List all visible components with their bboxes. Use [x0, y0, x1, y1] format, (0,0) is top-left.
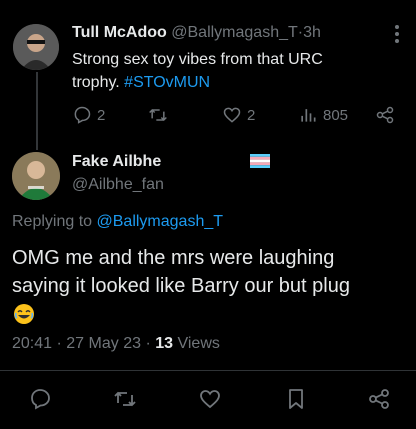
view-count: 805 [323, 106, 349, 124]
retweet-button[interactable] [147, 105, 169, 125]
author-name[interactable]: Tull McAdoo [72, 24, 167, 41]
share-button[interactable] [375, 105, 395, 125]
avatar-fake-ailbhe[interactable] [12, 152, 60, 200]
like-icon [200, 390, 220, 409]
reply-count: 2 [97, 106, 106, 124]
replying-to-handle[interactable]: @Ballymagash_T [97, 213, 224, 230]
thread-connector-line [36, 72, 38, 150]
reply-icon [31, 389, 50, 410]
trans-flag-emoji [250, 154, 270, 168]
main-share-button[interactable] [367, 387, 391, 411]
views-separator: · [145, 335, 151, 352]
avatar-tull-mcadoo[interactable] [13, 24, 59, 70]
tweet-time[interactable]: 20:41 [12, 335, 52, 352]
more-options-icon[interactable] [394, 24, 400, 44]
main-retweet-button[interactable] [112, 387, 138, 411]
main-tweet-text-line2: saying it looked like Barry our but plug [12, 275, 350, 297]
author-handle[interactable]: @Ballymagash_T [171, 24, 298, 41]
reply-icon [74, 106, 91, 124]
tweet-text-line2: trophy. [72, 74, 125, 91]
tweet-time[interactable]: 3h [303, 24, 321, 41]
tweet-date[interactable]: 27 May 23 [66, 335, 141, 352]
main-like-button[interactable] [198, 387, 222, 411]
main-tweet-text-line1: OMG me and the mrs were laughing [12, 247, 335, 269]
action-bar-divider [0, 370, 416, 371]
laughing-emoji [13, 303, 35, 325]
views-button[interactable]: 805 [298, 105, 348, 125]
hashtag-link[interactable]: #STOvMUN [124, 74, 210, 91]
share-icon [376, 106, 394, 124]
like-icon [223, 107, 241, 123]
views-label: Views [177, 335, 220, 352]
date-separator: · [56, 335, 62, 352]
main-reply-button[interactable] [28, 387, 52, 411]
share-icon [369, 389, 389, 409]
replying-to-label: Replying to [12, 213, 97, 230]
author-name[interactable]: Fake Ailbhe [72, 153, 161, 170]
main-tweet-text: OMG me and the mrs were laughing saying … [12, 244, 412, 300]
retweet-icon [114, 391, 136, 407]
like-button[interactable]: 2 [222, 105, 255, 125]
retweet-icon [149, 108, 167, 122]
bookmark-icon [289, 389, 303, 409]
views-icon [301, 109, 316, 122]
like-count: 2 [247, 106, 256, 124]
author-handle[interactable]: @Ailbhe_fan [72, 176, 164, 194]
main-view-count: 13 [155, 335, 174, 352]
tweet-text: Strong sex toy vibes from that URC troph… [72, 48, 402, 94]
reply-button[interactable]: 2 [72, 105, 105, 125]
tweet-text-line1: Strong sex toy vibes from that URC [72, 51, 323, 68]
main-bookmark-button[interactable] [284, 387, 308, 411]
